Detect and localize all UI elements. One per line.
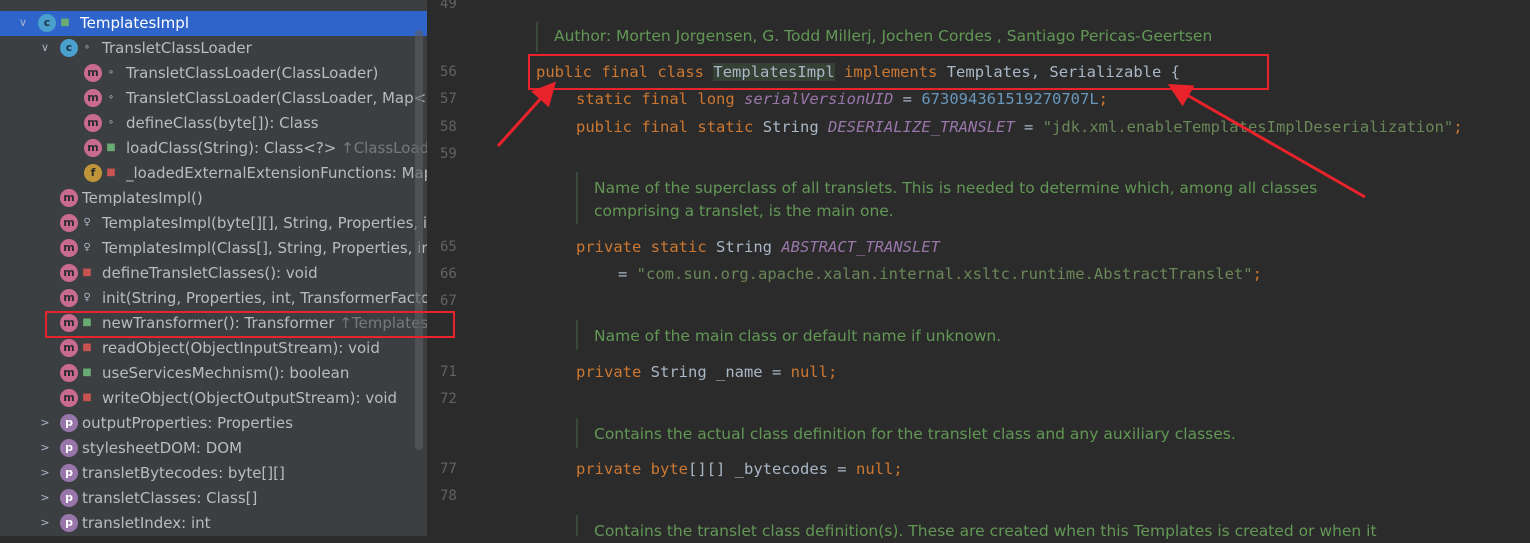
- arrow-to-class-declaration-left: [496, 81, 557, 148]
- annotation-arrows: [496, 81, 1366, 199]
- arrow-to-class-declaration-right: [1167, 84, 1366, 199]
